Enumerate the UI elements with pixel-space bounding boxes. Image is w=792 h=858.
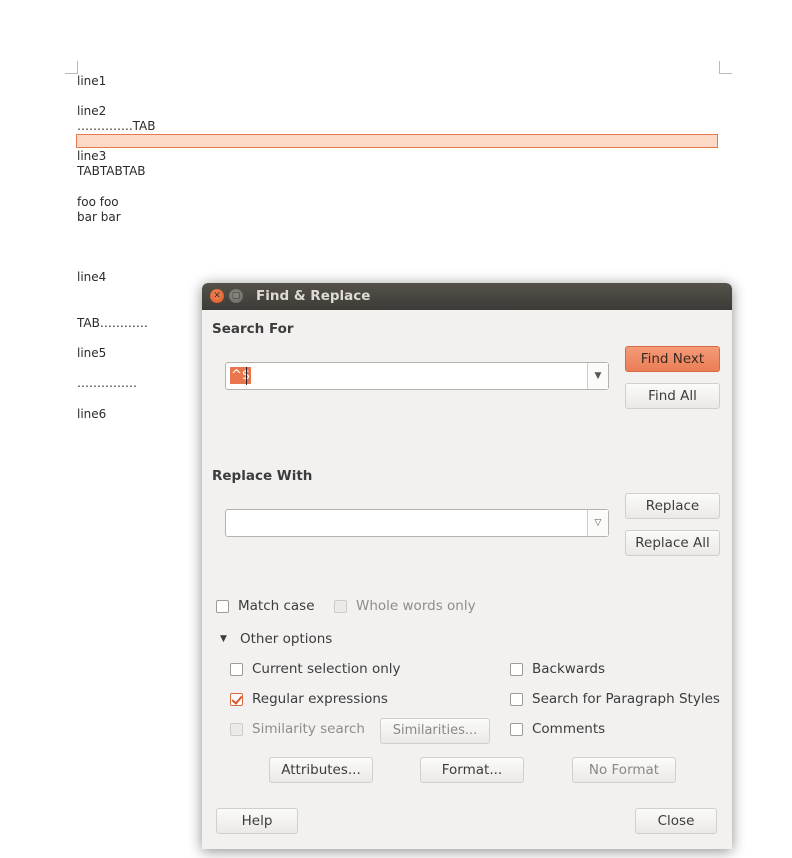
doc-line: line6 bbox=[77, 407, 107, 421]
find-replace-dialog: ✕ ▢ Find & Replace Search For ^$ ▼ Find … bbox=[202, 283, 732, 849]
doc-line: line1 bbox=[77, 74, 107, 88]
help-button[interactable]: Help bbox=[216, 808, 298, 834]
text-caret bbox=[246, 367, 247, 385]
doc-line: line2 bbox=[77, 104, 107, 118]
chevron-down-icon[interactable]: ▽ bbox=[587, 510, 608, 536]
regular-expressions-label[interactable]: Regular expressions bbox=[252, 691, 388, 707]
search-input-value[interactable]: ^$ bbox=[230, 367, 252, 384]
comments-label[interactable]: Comments bbox=[532, 721, 605, 737]
doc-line: bar bar bbox=[77, 210, 121, 224]
close-icon[interactable]: ✕ bbox=[210, 289, 224, 303]
search-for-heading: Search For bbox=[212, 321, 294, 337]
doc-line: foo foo bbox=[77, 195, 119, 209]
replace-with-heading: Replace With bbox=[212, 468, 313, 484]
close-button[interactable]: Close bbox=[635, 808, 717, 834]
current-selection-label[interactable]: Current selection only bbox=[252, 661, 401, 677]
no-format-button[interactable]: No Format bbox=[572, 757, 676, 783]
doc-line: TABTABTAB bbox=[77, 164, 146, 178]
crop-mark-top-right bbox=[719, 61, 732, 74]
current-selection-checkbox[interactable] bbox=[230, 663, 243, 676]
doc-line: TAB………… bbox=[77, 316, 148, 330]
match-case-label[interactable]: Match case bbox=[238, 598, 315, 614]
find-all-button[interactable]: Find All bbox=[625, 383, 720, 409]
crop-mark-top-left bbox=[65, 61, 78, 74]
doc-line: line4 bbox=[77, 270, 107, 284]
regular-expressions-checkbox[interactable] bbox=[230, 693, 243, 706]
doc-line: …………..TAB bbox=[77, 119, 156, 133]
dialog-title: Find & Replace bbox=[256, 288, 371, 304]
replace-combobox[interactable]: ▽ bbox=[225, 509, 609, 537]
chevron-down-icon[interactable]: ▼ bbox=[587, 363, 608, 389]
doc-line: …………… bbox=[77, 376, 137, 390]
similarity-search-checkbox[interactable] bbox=[230, 723, 243, 736]
replace-all-button[interactable]: Replace All bbox=[625, 530, 720, 556]
search-match-highlight bbox=[76, 134, 718, 148]
doc-line: line3 bbox=[77, 149, 107, 163]
match-case-checkbox[interactable] bbox=[216, 600, 229, 613]
dialog-titlebar[interactable]: ✕ ▢ Find & Replace bbox=[202, 283, 732, 310]
doc-line: line5 bbox=[77, 346, 107, 360]
backwards-checkbox[interactable] bbox=[510, 663, 523, 676]
paragraph-styles-label[interactable]: Search for Paragraph Styles bbox=[532, 691, 720, 707]
similarities-button[interactable]: Similarities... bbox=[380, 718, 490, 744]
minimize-icon[interactable]: ▢ bbox=[229, 289, 243, 303]
format-button[interactable]: Format... bbox=[420, 757, 524, 783]
whole-words-checkbox[interactable] bbox=[334, 600, 347, 613]
paragraph-styles-checkbox[interactable] bbox=[510, 693, 523, 706]
attributes-button[interactable]: Attributes... bbox=[269, 757, 373, 783]
triangle-down-icon[interactable]: ▼ bbox=[220, 634, 227, 644]
search-combobox[interactable]: ^$ ▼ bbox=[225, 362, 609, 390]
backwards-label[interactable]: Backwards bbox=[532, 661, 605, 677]
other-options-expander[interactable]: Other options bbox=[240, 631, 332, 647]
comments-checkbox[interactable] bbox=[510, 723, 523, 736]
replace-button[interactable]: Replace bbox=[625, 493, 720, 519]
similarity-search-label[interactable]: Similarity search bbox=[252, 721, 365, 737]
find-next-button[interactable]: Find Next bbox=[625, 346, 720, 372]
whole-words-label[interactable]: Whole words only bbox=[356, 598, 476, 614]
